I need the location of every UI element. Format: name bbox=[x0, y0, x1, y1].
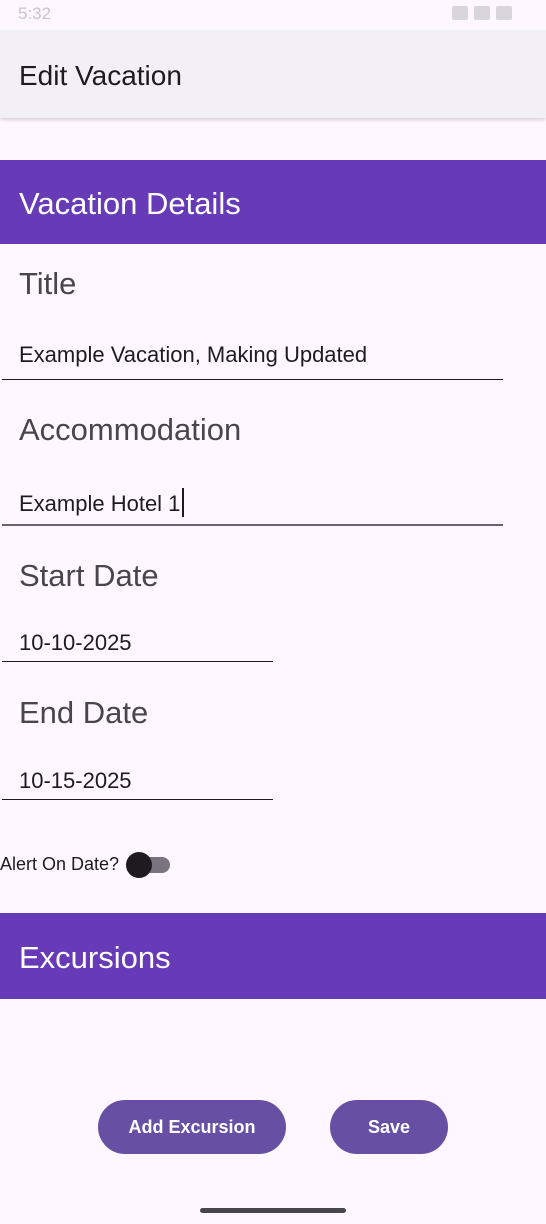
alert-label: Alert On Date? bbox=[0, 854, 120, 874]
title-input[interactable]: Example Vacation, Making Updated bbox=[19, 342, 367, 368]
excursions-header: Excursions bbox=[0, 913, 546, 999]
end-date-input[interactable]: 10-15-2025 bbox=[19, 768, 132, 794]
vacation-details-header: Vacation Details bbox=[0, 160, 546, 244]
title-input-underline bbox=[2, 379, 503, 380]
accommodation-label: Accommodation bbox=[19, 412, 242, 447]
text-cursor bbox=[182, 488, 185, 517]
accommodation-input[interactable]: Example Hotel 1 bbox=[19, 488, 185, 517]
title-label: Title bbox=[19, 266, 77, 301]
status-icons bbox=[452, 6, 512, 20]
page-title: Edit Vacation bbox=[19, 60, 182, 91]
start-date-input[interactable]: 10-10-2025 bbox=[19, 630, 132, 656]
save-button[interactable]: Save bbox=[330, 1100, 448, 1154]
battery-icon bbox=[496, 6, 512, 20]
start-date-input-underline bbox=[2, 661, 273, 662]
end-date-input-underline bbox=[2, 799, 273, 800]
alert-toggle-thumb bbox=[126, 852, 152, 878]
accommodation-value: Example Hotel 1 bbox=[19, 491, 181, 516]
alert-toggle[interactable] bbox=[126, 851, 172, 879]
signal-icon bbox=[474, 6, 490, 20]
status-bar: 5:32 bbox=[0, 0, 546, 30]
end-date-label: End Date bbox=[19, 695, 149, 730]
wifi-icon bbox=[452, 6, 468, 20]
vacation-details-title: Vacation Details bbox=[19, 186, 241, 221]
accommodation-input-underline bbox=[2, 524, 503, 526]
start-date-label: Start Date bbox=[19, 558, 159, 593]
home-indicator[interactable] bbox=[200, 1208, 346, 1213]
app-bar: Edit Vacation bbox=[0, 30, 546, 118]
status-time: 5:32 bbox=[18, 4, 52, 23]
add-excursion-button[interactable]: Add Excursion bbox=[98, 1100, 286, 1154]
excursions-title: Excursions bbox=[19, 940, 171, 975]
